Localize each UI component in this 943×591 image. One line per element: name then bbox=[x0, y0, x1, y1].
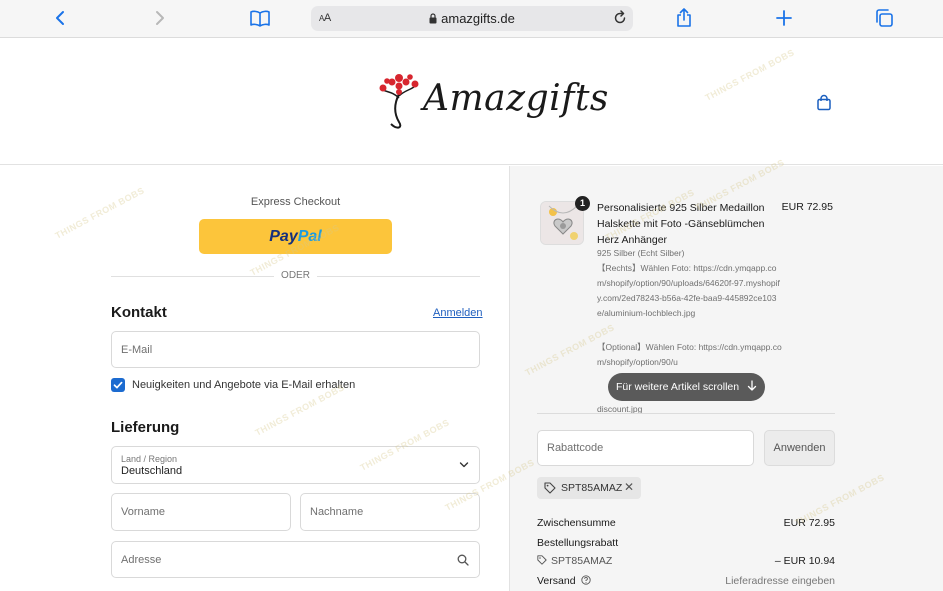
apply-discount-button[interactable]: Anwenden bbox=[764, 430, 835, 466]
chevron-down-icon bbox=[459, 462, 469, 468]
quantity-badge: 1 bbox=[575, 196, 590, 211]
or-label: ODER bbox=[274, 270, 317, 281]
brand-logo[interactable]: Amazgifts bbox=[377, 70, 608, 132]
applied-code-label: SPT85AMAZ bbox=[561, 482, 623, 494]
share-icon[interactable] bbox=[672, 7, 696, 29]
newsletter-checkbox[interactable] bbox=[111, 378, 125, 392]
order-discount-label: Bestellungsrabatt bbox=[537, 537, 619, 549]
checkmark-icon bbox=[113, 381, 123, 389]
email-field[interactable]: E-Mail bbox=[111, 331, 480, 368]
store-header: Amazgifts bbox=[0, 38, 943, 165]
login-link[interactable]: Anmelden bbox=[433, 307, 483, 319]
arrow-down-icon bbox=[747, 380, 757, 391]
remove-code-icon[interactable]: ✕ bbox=[624, 480, 634, 494]
url-text: amazgifts.de bbox=[441, 11, 515, 26]
reload-icon[interactable] bbox=[612, 10, 628, 26]
summary-divider bbox=[537, 413, 835, 414]
product-option-detail-2: 【Optional】Wählen Foto: https://cdn.ymqap… bbox=[597, 342, 782, 367]
product-price: EUR 72.95 bbox=[781, 201, 833, 213]
applied-discount-chip: SPT85AMAZ ✕ bbox=[537, 477, 641, 499]
address-bar[interactable]: AAAA amazgifts.de bbox=[311, 6, 633, 31]
last-name-placeholder: Nachname bbox=[310, 506, 364, 518]
order-discount-code-row: SPT85AMAZ – EUR 10.94 bbox=[537, 555, 835, 567]
address-field[interactable]: Adresse bbox=[111, 541, 480, 578]
discount-code-field[interactable]: Rabattcode bbox=[537, 430, 754, 466]
order-discount-code: SPT85AMAZ bbox=[551, 555, 613, 567]
browser-toolbar: AAAA amazgifts.de bbox=[0, 0, 943, 38]
country-select[interactable]: Land / Region Deutschland bbox=[111, 446, 480, 484]
brand-name: Amazgifts bbox=[423, 78, 609, 119]
subtotal-label: Zwischensumme bbox=[537, 517, 616, 529]
email-placeholder: E-Mail bbox=[121, 343, 153, 356]
flower-logo-icon bbox=[379, 74, 419, 129]
bookmarks-icon[interactable] bbox=[248, 7, 272, 29]
new-tab-icon[interactable] bbox=[772, 7, 796, 29]
first-name-field[interactable]: Vorname bbox=[111, 493, 291, 531]
order-discount-value: – EUR 10.94 bbox=[774, 555, 835, 567]
shipping-value: Lieferadresse eingeben bbox=[725, 575, 835, 587]
product-option-detail-3: discount.jpg bbox=[597, 404, 643, 414]
search-icon bbox=[457, 554, 469, 566]
discount-placeholder: Rabattcode bbox=[547, 442, 604, 454]
first-name-placeholder: Vorname bbox=[121, 506, 166, 518]
shipping-label: Versand bbox=[537, 575, 576, 587]
order-discount-row: Bestellungsrabatt bbox=[537, 537, 835, 549]
paypal-part1: Pay bbox=[269, 228, 298, 245]
express-checkout-label: Express Checkout bbox=[250, 196, 341, 208]
shipping-row: Versand Lieferadresse eingeben bbox=[537, 575, 835, 587]
contact-heading: Kontakt bbox=[111, 304, 167, 321]
newsletter-label: Neuigkeiten und Angebote via E-Mail erha… bbox=[132, 379, 356, 391]
forward-icon[interactable] bbox=[148, 7, 172, 29]
cart-bag-icon[interactable] bbox=[815, 94, 833, 112]
scroll-for-more-button[interactable]: Für weitere Artikel scrollen bbox=[608, 373, 765, 401]
order-summary-panel: 1 Personalisierte 925 Silber Medaillon H… bbox=[509, 166, 943, 591]
back-icon[interactable] bbox=[48, 7, 72, 29]
lock-icon bbox=[429, 13, 437, 24]
scroll-hint-label: Für weitere Artikel scrollen bbox=[615, 381, 740, 393]
country-label: Land / Region bbox=[121, 454, 178, 464]
tag-icon bbox=[544, 482, 556, 494]
tag-icon bbox=[537, 555, 547, 565]
subtotal-row: Zwischensumme EUR 72.95 bbox=[537, 517, 835, 529]
tabs-overview-icon[interactable] bbox=[872, 7, 896, 29]
product-option-detail-1: 【Rechts】Wählen Foto: https://cdn.ymqapp.… bbox=[597, 263, 780, 318]
help-icon[interactable] bbox=[581, 575, 592, 585]
delivery-heading: Lieferung bbox=[111, 419, 180, 436]
product-variant: 925 Silber (Echt Silber) bbox=[597, 248, 685, 258]
address-placeholder: Adresse bbox=[121, 553, 162, 566]
or-divider: ODER bbox=[111, 270, 480, 282]
country-value: Deutschland bbox=[121, 465, 183, 477]
